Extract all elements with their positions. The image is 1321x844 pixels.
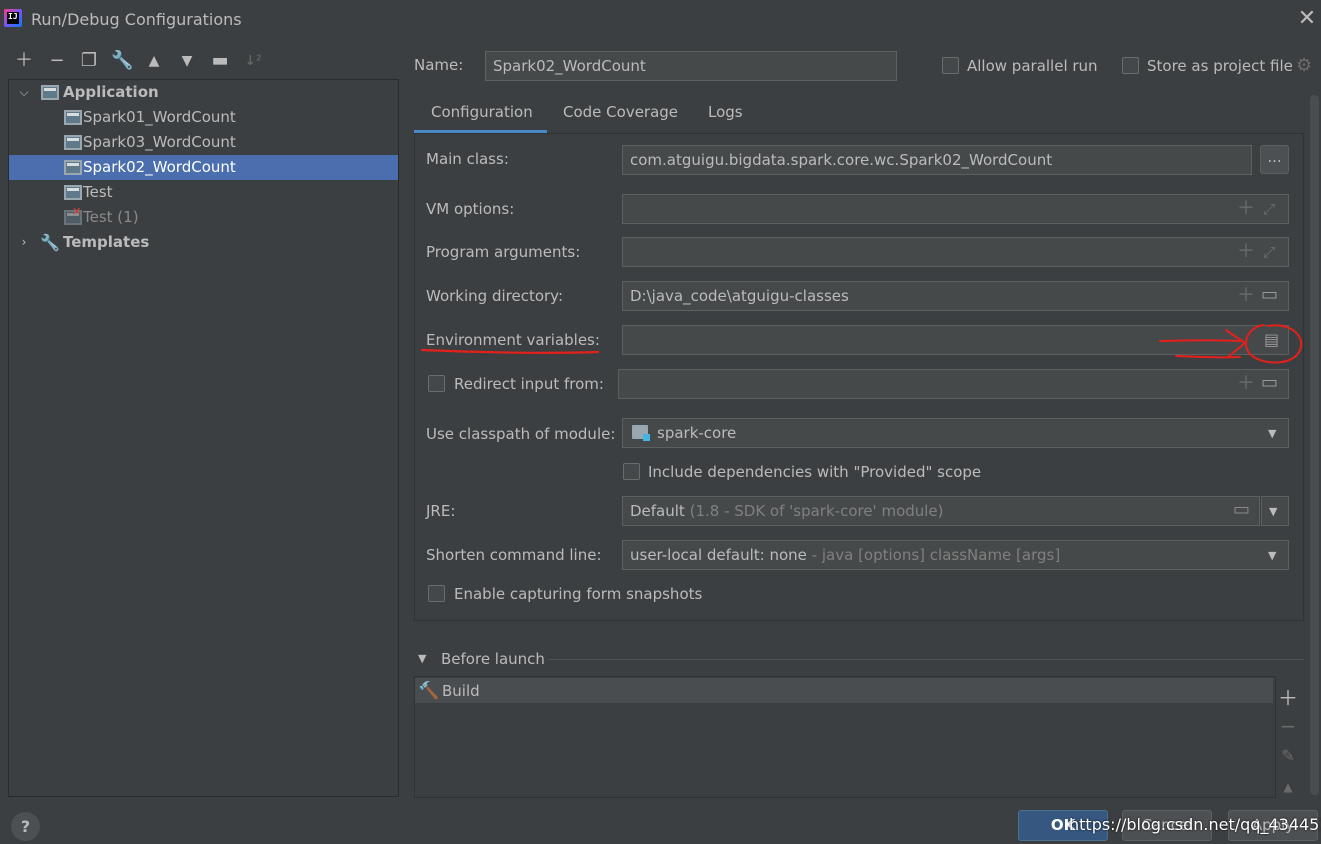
remove-icon[interactable]: − — [1276, 714, 1300, 738]
separator — [548, 659, 1304, 660]
vertical-scrollbar[interactable] — [1310, 95, 1319, 795]
edit-icon[interactable]: ✎ — [1276, 746, 1300, 765]
before-launch-item-label: Build — [442, 682, 480, 700]
move-up-icon[interactable]: ▲ — [1276, 780, 1300, 794]
collapse-before-launch-icon[interactable]: ▼ — [418, 652, 426, 665]
watermark-text: https://blog.csdn.net/qq_43445111 — [1069, 815, 1321, 834]
before-launch-title: Before launch — [441, 650, 545, 668]
add-icon[interactable]: ＋ — [1276, 682, 1300, 711]
help-button[interactable]: ? — [11, 812, 40, 841]
list-item[interactable] — [415, 678, 1273, 703]
hammer-icon: 🔨 — [418, 681, 440, 701]
